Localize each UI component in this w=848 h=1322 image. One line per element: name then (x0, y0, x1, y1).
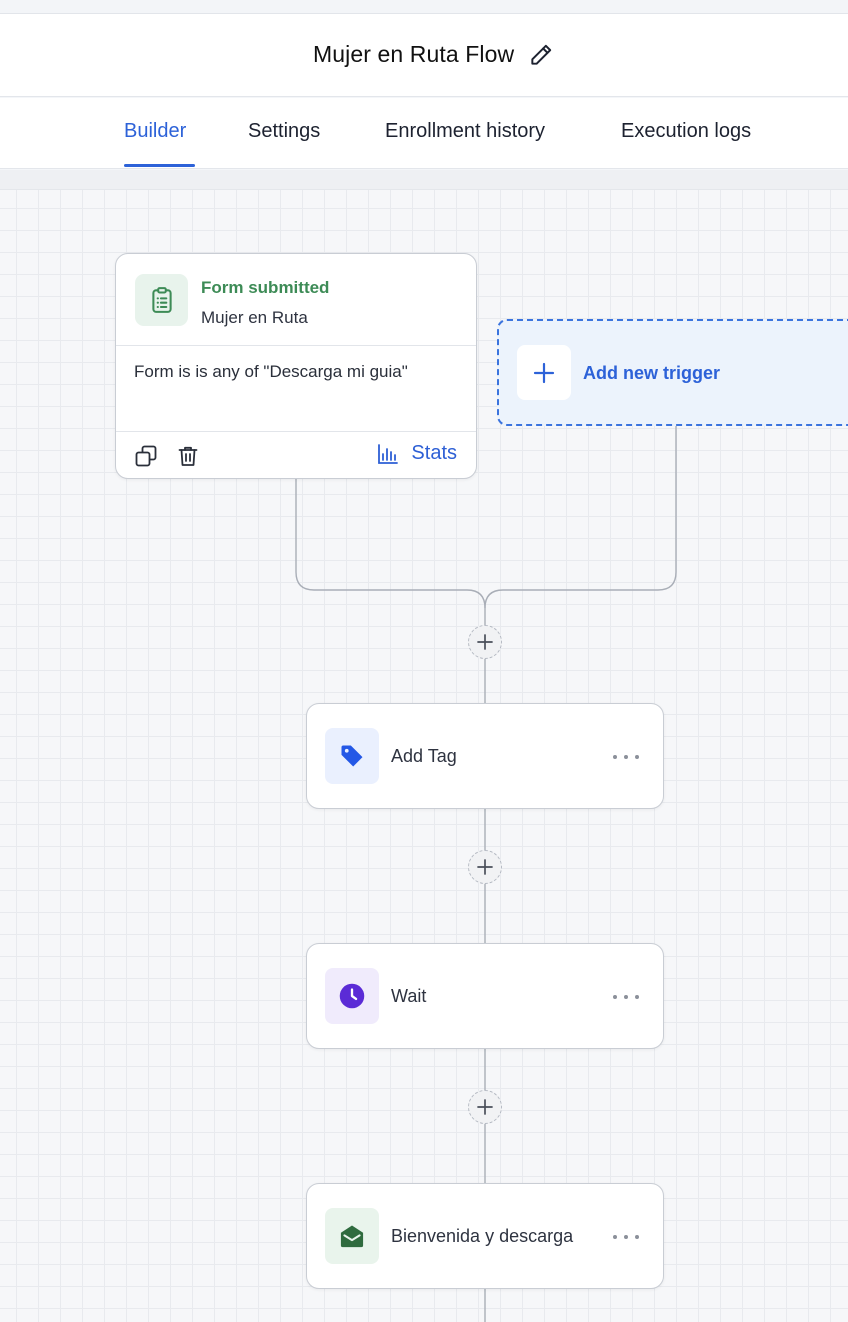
step-label: Bienvenida y descarga (391, 1226, 574, 1246)
trigger-name: Mujer en Ruta (201, 308, 308, 327)
trigger-type: Form submitted (201, 278, 330, 297)
add-step-button[interactable] (468, 1090, 502, 1124)
clipboard-icon (135, 274, 188, 326)
title-bar: Mujer en Ruta Flow (0, 14, 848, 97)
trigger-header: Form submitted Mujer en Ruta (116, 254, 476, 346)
plus-icon (477, 859, 493, 875)
trigger-condition: Form is is any of "Descarga mi guia" (134, 362, 408, 381)
workflow-canvas[interactable]: Form submitted Mujer en Ruta Form is is … (0, 190, 848, 1322)
tag-icon (325, 728, 379, 784)
plus-icon (477, 1099, 493, 1115)
step-send-email[interactable]: Bienvenida y descarga (306, 1183, 664, 1289)
trigger-footer: Stats (116, 432, 476, 478)
title-wrap: Mujer en Ruta Flow (313, 41, 554, 68)
envelope-icon (325, 1208, 379, 1264)
add-trigger-button[interactable]: Add new trigger (497, 319, 848, 426)
step-label: Add Tag (391, 746, 457, 766)
tab-enrollment-history[interactable]: Enrollment history (385, 120, 545, 143)
add-trigger-label: Add new trigger (583, 363, 721, 383)
tab-builder[interactable]: Builder (124, 120, 186, 143)
canvas-top-gap (0, 170, 848, 190)
step-add-tag[interactable]: Add Tag (306, 703, 664, 809)
add-step-button[interactable] (468, 625, 502, 659)
tab-settings[interactable]: Settings (248, 120, 320, 143)
copy-icon[interactable] (134, 444, 158, 468)
stats-label: Stats (411, 442, 457, 464)
tab-bar: Builder Settings Enrollment history Exec… (0, 98, 848, 169)
plus-icon (517, 345, 571, 400)
pencil-icon[interactable] (528, 42, 554, 68)
trash-icon[interactable] (176, 444, 200, 468)
step-wait[interactable]: Wait (306, 943, 664, 1049)
plus-icon (477, 634, 493, 650)
step-label: Wait (391, 986, 427, 1006)
more-options-icon[interactable] (613, 988, 639, 1006)
more-options-icon[interactable] (613, 748, 639, 766)
clock-icon (325, 968, 379, 1024)
page-title: Mujer en Ruta Flow (313, 41, 515, 67)
bar-chart-icon (377, 443, 399, 465)
add-step-button[interactable] (468, 850, 502, 884)
stats-button[interactable]: Stats (377, 442, 457, 465)
trigger-body: Form is is any of "Descarga mi guia" (116, 346, 476, 432)
tab-execution-logs[interactable]: Execution logs (621, 120, 751, 143)
trigger-card[interactable]: Form submitted Mujer en Ruta Form is is … (115, 253, 477, 479)
active-tab-indicator (124, 164, 195, 167)
more-options-icon[interactable] (613, 1228, 639, 1246)
top-strip (0, 0, 848, 14)
